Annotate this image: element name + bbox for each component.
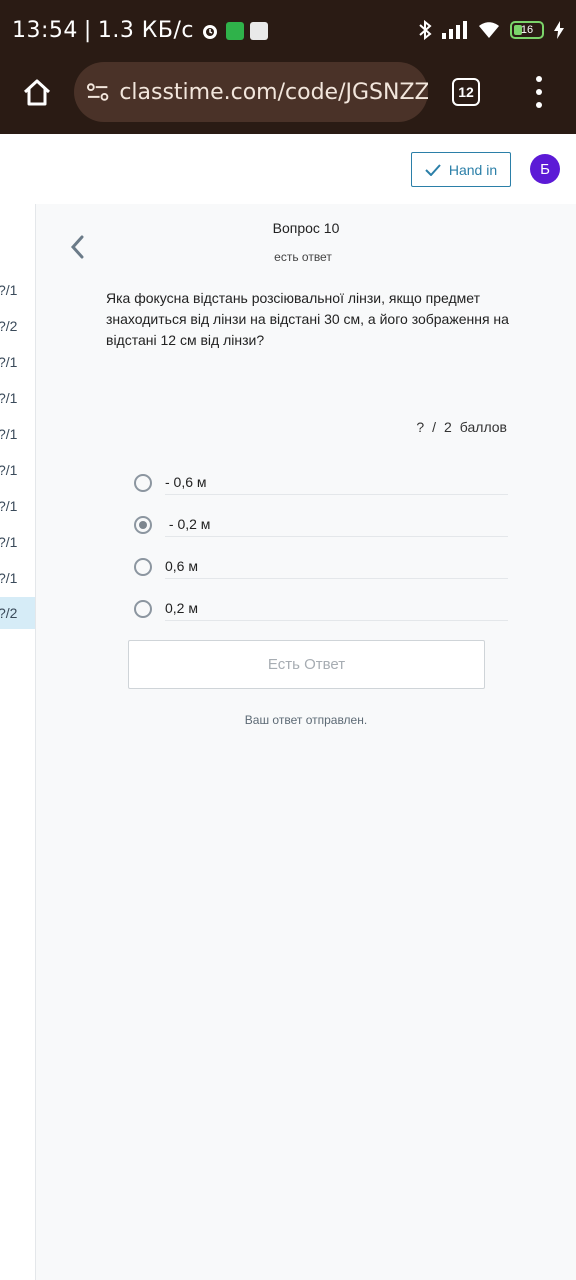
rail-item-score: ?/1 [0,498,18,514]
radio-button[interactable] [134,600,152,618]
bluetooth-icon [419,20,432,40]
menu-dot-icon [536,102,542,108]
status-right: 16 [418,20,564,40]
rail-item[interactable]: ?/1 [0,562,35,594]
menu-dot-icon [536,89,542,95]
rail-item[interactable]: ?/2 [0,310,35,342]
url-text[interactable]: classtime.com/code/JGSNZZ/ [119,80,428,105]
answer-option[interactable]: - 0,2 м [134,509,508,541]
avatar[interactable]: Б [530,154,560,184]
question-title: Вопрос 10 [272,220,340,236]
answer-option-label: 0,6 м [165,555,508,579]
rail-item-score: ?/2 [0,605,18,621]
charging-icon [554,21,564,39]
answer-option[interactable]: 0,2 м [134,593,508,625]
question-status: есть ответ [274,250,332,264]
status-bar: 13:54 | 1.3 КБ/с 16 [0,0,576,62]
battery-level: 16 [520,24,534,36]
rail-item[interactable]: ?/1 [0,490,35,522]
answer-option[interactable]: - 0,6 м [134,467,508,499]
radio-button[interactable] [134,558,152,576]
question-nav-rail: ?/1 ?/2 ?/1 ?/1 ?/1 ?/1 ?/1 ?/1 ?/1 ?/2 [0,204,36,1280]
submit-answer-label: Есть Ответ [267,656,346,673]
address-bar[interactable]: classtime.com/code/JGSNZZ/ [74,62,428,122]
battery-indicator: 16 [510,21,544,39]
rail-item-score: ?/1 [0,570,18,586]
check-icon [425,163,441,176]
alarm-icon [203,24,218,39]
points-earned: ? [416,419,425,435]
tab-count: 12 [458,84,474,100]
status-time: 13:54 [12,18,78,43]
rail-item[interactable]: ?/1 [0,418,35,450]
points-indicator: ? / 2 баллов [416,419,507,435]
question-text: Яка фокусна відстань розсіювальної лінзи… [106,290,509,348]
hand-in-button[interactable]: Hand in [411,152,511,187]
status-speed: 1.3 КБ/с [97,18,195,43]
app-header: Hand in Б [0,134,576,204]
radio-button-selected[interactable] [134,516,152,534]
answer-option-label: 0,2 м [165,597,508,621]
rail-item[interactable]: ?/1 [0,454,35,486]
rail-item[interactable]: ?/1 [0,346,35,378]
points-max: 2 [444,419,452,435]
question-panel: Вопрос 10 есть ответ Яка фокусна відстан… [36,204,576,1280]
rail-item-score: ?/1 [0,390,18,406]
site-settings-icon[interactable] [86,80,109,104]
rail-item[interactable]: ?/1 [0,526,35,558]
rail-item[interactable]: ?/1 [0,274,35,306]
rail-item[interactable]: ?/1 [0,382,35,414]
hand-in-label: Hand in [448,161,498,178]
rail-item-score: ?/1 [0,534,18,550]
avatar-initial: Б [540,160,550,178]
app-icon [250,21,269,40]
tab-switcher-button[interactable]: 12 [452,78,480,106]
rail-item-score: ?/1 [0,462,18,478]
menu-dot-icon [536,76,542,82]
status-separator: | [83,18,92,43]
rail-item-score: ?/2 [0,318,18,334]
browser-toolbar: classtime.com/code/JGSNZZ/ 12 [0,62,576,134]
browser-menu-button[interactable] [528,76,550,108]
answer-option-label: - 0,2 м [165,513,508,537]
submit-answer-button[interactable]: Есть Ответ [128,640,485,689]
rail-item-score: ?/1 [0,282,18,298]
home-button[interactable] [20,76,54,110]
answer-option[interactable]: 0,6 м [134,551,508,583]
rail-item-active[interactable]: ?/2 [0,597,35,629]
answer-sent-message: Ваш ответ отправлен. [244,713,368,727]
answer-option-label: - 0,6 м [165,471,508,495]
points-separator: / [432,419,436,435]
wifi-icon [479,22,499,38]
rail-item-score: ?/1 [0,426,18,442]
home-icon [23,79,51,106]
fitness-icon [226,21,245,40]
radio-button[interactable] [134,474,152,492]
signal-icon [442,21,467,39]
points-unit: баллов [459,419,507,435]
rail-item-score: ?/1 [0,354,18,370]
status-left: 13:54 | 1.3 КБ/с [12,18,269,43]
